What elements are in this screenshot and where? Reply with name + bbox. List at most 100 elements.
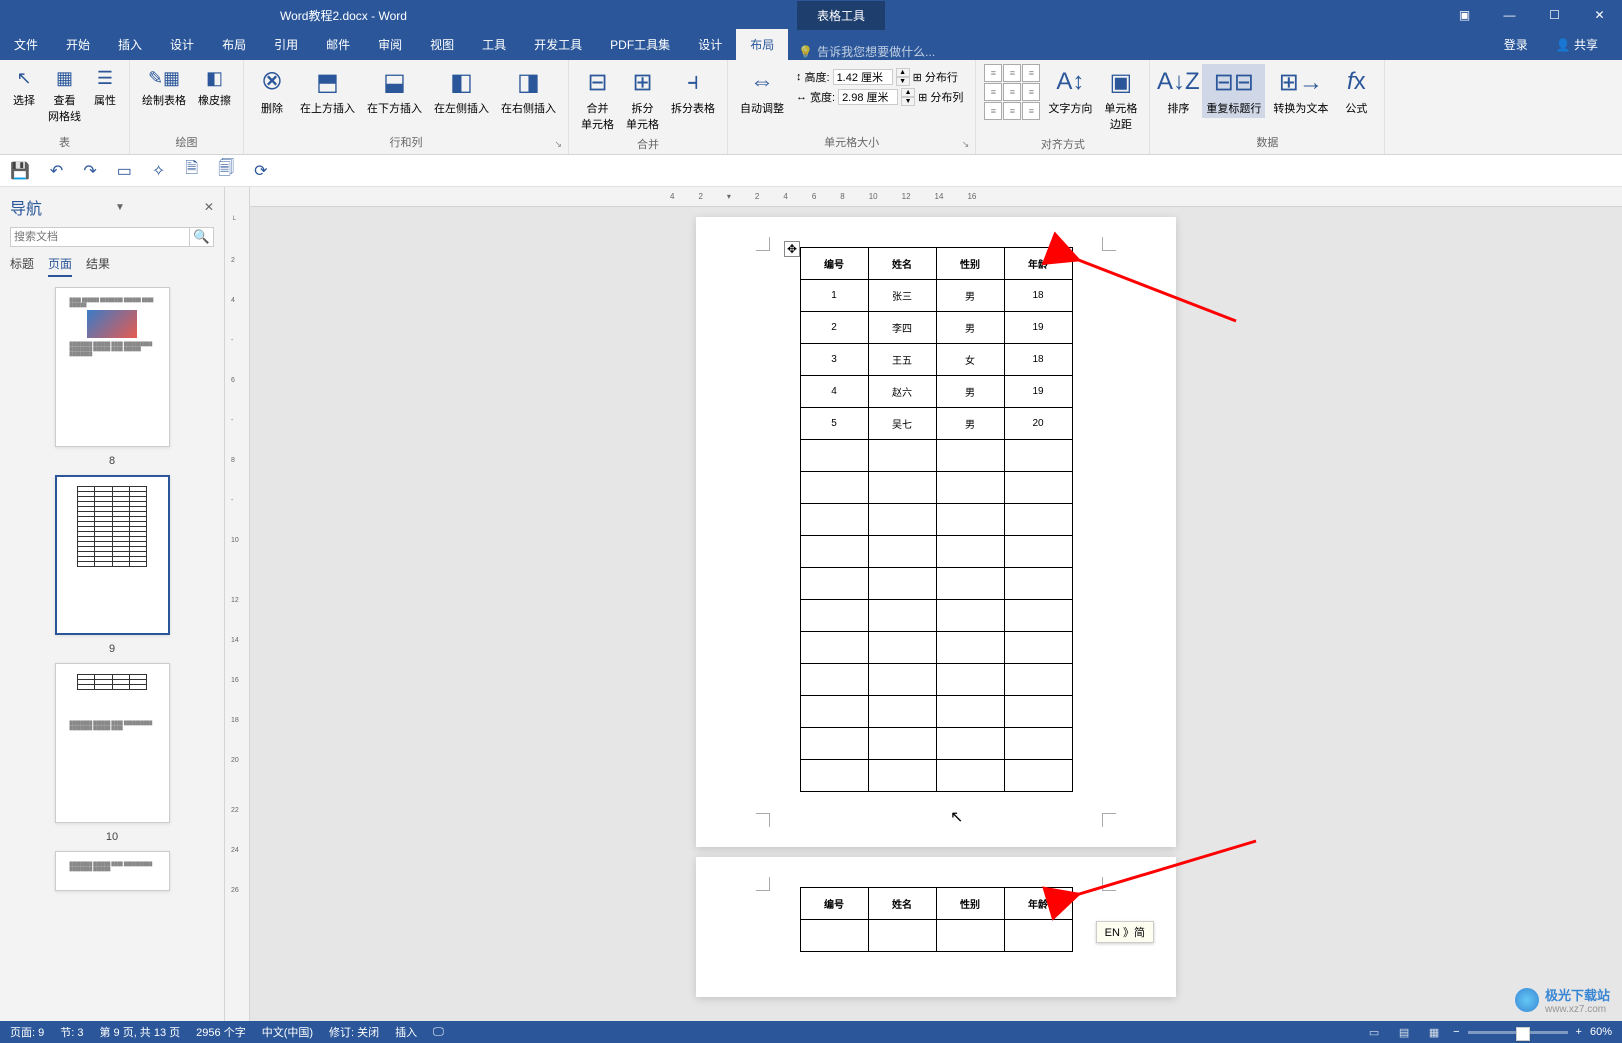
- undo-icon[interactable]: ↶: [50, 161, 63, 181]
- sort-button[interactable]: A↓Z排序: [1158, 64, 1198, 118]
- tell-me-search[interactable]: 💡 告诉我您想要做什么...: [798, 43, 935, 60]
- distribute-cols-button[interactable]: ⊞ 分布列: [918, 89, 963, 105]
- tab-review[interactable]: 审阅: [364, 29, 416, 60]
- rowscols-launcher-icon[interactable]: ↘: [554, 139, 562, 150]
- tab-layout[interactable]: 布局: [208, 29, 260, 60]
- tab-file[interactable]: 文件: [0, 29, 52, 60]
- close-button[interactable]: ✕: [1577, 0, 1622, 30]
- nav-search-button[interactable]: 🔍: [190, 227, 214, 247]
- insert-right-button[interactable]: ◨在右侧插入: [497, 64, 560, 118]
- split-table-button[interactable]: ⫞拆分表格: [667, 64, 719, 118]
- tab-table-layout[interactable]: 布局: [736, 29, 788, 60]
- web-layout-icon[interactable]: ▦: [1423, 1023, 1445, 1041]
- status-section[interactable]: 节: 3: [60, 1024, 83, 1040]
- status-insert-mode[interactable]: 插入: [395, 1024, 417, 1040]
- distribute-rows-button[interactable]: ⊞ 分布行: [913, 69, 958, 85]
- share-button[interactable]: 👤 共享: [1542, 29, 1612, 60]
- width-down[interactable]: ▼: [901, 97, 915, 106]
- row-height-input[interactable]: [833, 69, 893, 85]
- nav-dropdown-icon[interactable]: ▼: [115, 202, 125, 213]
- page-thumbnail-8[interactable]: ████ ██████ ████████ ██████ ████ ██████ …: [55, 287, 170, 447]
- status-page-of[interactable]: 第 9 页, 共 13 页: [99, 1024, 180, 1040]
- table-move-handle-icon[interactable]: ✥: [784, 241, 800, 257]
- read-mode-icon[interactable]: ▭: [1363, 1023, 1385, 1041]
- document-table-continued[interactable]: 编号 姓名 性别 年龄: [800, 887, 1073, 952]
- redo-icon[interactable]: ↷: [83, 161, 96, 181]
- convert-to-text-button[interactable]: ⊞→转换为文本: [1269, 64, 1332, 118]
- merge-cells-button[interactable]: ⊟合并 单元格: [577, 64, 618, 134]
- document-page-10[interactable]: 编号 姓名 性别 年龄 EN 》简: [696, 857, 1176, 997]
- select-button[interactable]: ↖选择: [8, 64, 40, 110]
- qat-icon-3[interactable]: 🗎: [185, 157, 198, 184]
- qat-icon-2[interactable]: ✧: [152, 161, 165, 181]
- page-thumbnail-11[interactable]: ████████ ██████ ████ ██████████ ████████…: [55, 851, 170, 891]
- document-scroll-area[interactable]: 42▾246810121416 ✥ 编号 姓名 性别 年龄 1张三男18 2李四…: [250, 187, 1622, 1021]
- tab-tools[interactable]: 工具: [468, 29, 520, 60]
- status-display-icon[interactable]: 🖵: [433, 1026, 444, 1039]
- save-icon[interactable]: 💾: [10, 161, 30, 181]
- formula-button[interactable]: fx公式: [1336, 64, 1376, 118]
- tab-insert[interactable]: 插入: [104, 29, 156, 60]
- align-mr[interactable]: ≡: [1022, 83, 1040, 101]
- qat-icon-1[interactable]: ▭: [117, 161, 132, 181]
- delete-button[interactable]: ⮿删除: [252, 64, 292, 118]
- nav-search-input[interactable]: [10, 227, 190, 247]
- nav-tab-headings[interactable]: 标题: [10, 255, 34, 277]
- nav-close-icon[interactable]: ✕: [204, 200, 214, 214]
- login-button[interactable]: 登录: [1490, 29, 1542, 60]
- repeat-header-rows-button[interactable]: ⊟⊟重复标题行: [1202, 64, 1265, 118]
- tab-references[interactable]: 引用: [260, 29, 312, 60]
- nav-tab-pages[interactable]: 页面: [48, 255, 72, 277]
- eraser-button[interactable]: ◧橡皮擦: [194, 64, 235, 110]
- align-ml[interactable]: ≡: [984, 83, 1002, 101]
- align-bl[interactable]: ≡: [984, 102, 1002, 120]
- tab-design[interactable]: 设计: [156, 29, 208, 60]
- zoom-slider[interactable]: [1468, 1031, 1568, 1034]
- maximize-button[interactable]: ☐: [1532, 0, 1577, 30]
- vertical-ruler[interactable]: └ 2 4 - 6 - 8 - 10 12 14 16 18 20 22 24 …: [225, 187, 250, 1021]
- text-direction-button[interactable]: A↕文字方向: [1044, 64, 1096, 118]
- tab-view[interactable]: 视图: [416, 29, 468, 60]
- align-bc[interactable]: ≡: [1003, 102, 1021, 120]
- cell-margins-button[interactable]: ▣单元格 边距: [1100, 64, 1141, 134]
- page-thumbnail-9[interactable]: [55, 475, 170, 635]
- align-tc[interactable]: ≡: [1003, 64, 1021, 82]
- status-page[interactable]: 页面: 9: [10, 1024, 44, 1040]
- print-layout-icon[interactable]: ▤: [1393, 1023, 1415, 1041]
- tab-devtools[interactable]: 开发工具: [520, 29, 596, 60]
- align-tl[interactable]: ≡: [984, 64, 1002, 82]
- insert-left-button[interactable]: ◧在左侧插入: [430, 64, 493, 118]
- document-table[interactable]: 编号 姓名 性别 年龄 1张三男18 2李四男19 3王五女18 4赵六男19 …: [800, 247, 1073, 792]
- height-down[interactable]: ▼: [896, 77, 910, 86]
- view-gridlines-button[interactable]: ▦查看 网格线: [44, 64, 85, 126]
- draw-table-button[interactable]: ✎▦绘制表格: [138, 64, 190, 110]
- autofit-button[interactable]: ⇔自动调整: [736, 64, 788, 118]
- tab-home[interactable]: 开始: [52, 29, 104, 60]
- nav-tab-results[interactable]: 结果: [86, 255, 110, 277]
- width-up[interactable]: ▲: [901, 88, 915, 97]
- qat-icon-5[interactable]: ⟳: [254, 161, 267, 181]
- minimize-button[interactable]: —: [1487, 0, 1532, 30]
- zoom-in-button[interactable]: +: [1576, 1026, 1582, 1038]
- tab-pdf[interactable]: PDF工具集: [596, 29, 684, 60]
- properties-button[interactable]: ☰属性: [89, 64, 121, 110]
- split-cells-button[interactable]: ⊞拆分 单元格: [622, 64, 663, 134]
- ribbon-options-icon[interactable]: ▣: [1442, 0, 1487, 30]
- qat-icon-4[interactable]: 🗐: [218, 157, 234, 184]
- horizontal-ruler[interactable]: 42▾246810121416: [250, 187, 1622, 207]
- tab-table-design[interactable]: 设计: [684, 29, 736, 60]
- align-tr[interactable]: ≡: [1022, 64, 1040, 82]
- status-language[interactable]: 中文(中国): [262, 1024, 313, 1040]
- zoom-level[interactable]: 60%: [1590, 1026, 1612, 1038]
- tab-mail[interactable]: 邮件: [312, 29, 364, 60]
- align-mc[interactable]: ≡: [1003, 83, 1021, 101]
- col-width-input[interactable]: [838, 89, 898, 105]
- status-track-changes[interactable]: 修订: 关闭: [329, 1024, 379, 1040]
- height-up[interactable]: ▲: [896, 68, 910, 77]
- document-page-9[interactable]: ✥ 编号 姓名 性别 年龄 1张三男18 2李四男19 3王五女18 4赵六男1…: [696, 217, 1176, 847]
- insert-above-button[interactable]: ⬒在上方插入: [296, 64, 359, 118]
- cellsize-launcher-icon[interactable]: ↘: [962, 139, 970, 150]
- page-thumbnail-10[interactable]: ████████ ██████ ████ ██████████ ████████…: [55, 663, 170, 823]
- align-br[interactable]: ≡: [1022, 102, 1040, 120]
- insert-below-button[interactable]: ⬓在下方插入: [363, 64, 426, 118]
